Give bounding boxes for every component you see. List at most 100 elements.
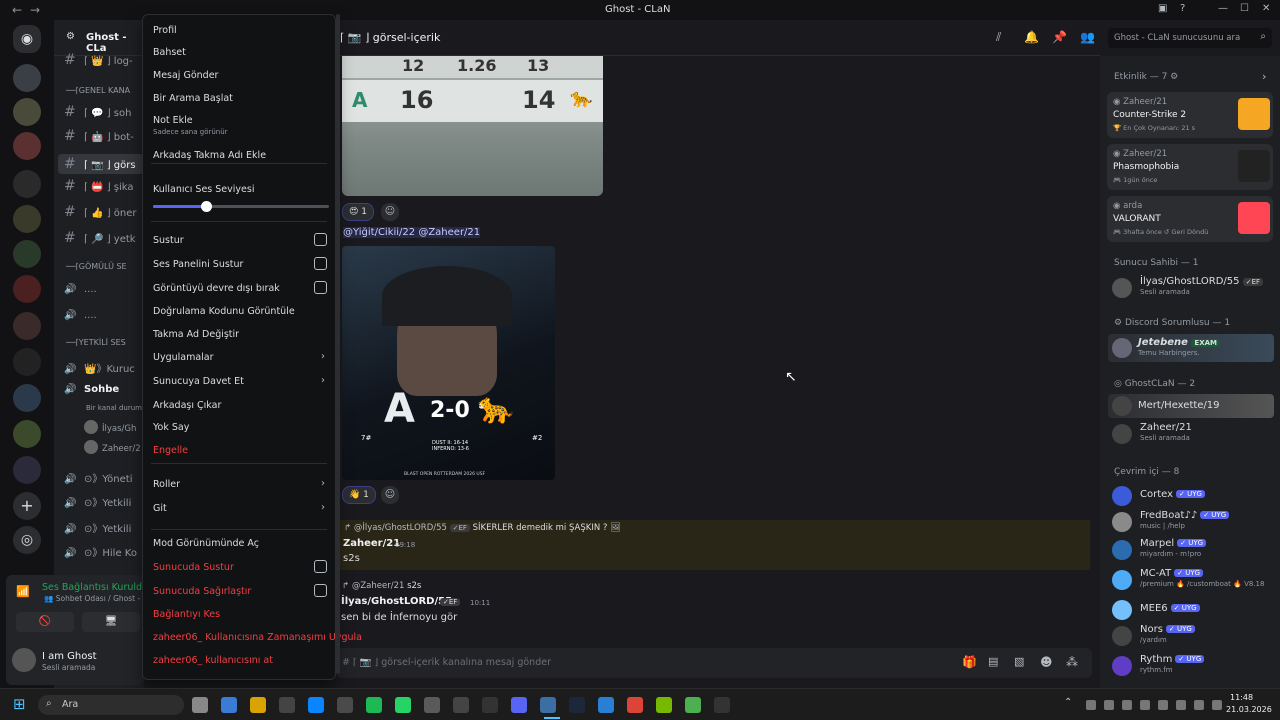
channel-category[interactable]: ──⌈YETKİLİ SES <box>66 338 126 347</box>
channel-item[interactable]: 🔊.... <box>64 284 97 295</box>
member-row[interactable]: Nors ✓ UYG/yardım <box>1112 624 1272 648</box>
add-reaction-icon[interactable]: ☺ <box>381 486 399 504</box>
member-row[interactable]: Zaheer/21 Sesli aramada <box>1112 422 1272 446</box>
bell-icon[interactable]: 🔔 <box>1024 30 1039 44</box>
voice-user[interactable]: İlyas/Gh <box>84 420 136 434</box>
clock-date[interactable]: 21.03.2026 <box>1226 705 1272 714</box>
scoreboard-image[interactable]: 12 1.26 13 A 16 14 🐆 <box>342 56 603 196</box>
volume-slider[interactable] <box>153 201 329 212</box>
volume-slider-handle[interactable] <box>200 201 212 212</box>
member-row[interactable]: Marpel ✓ UYG miyardım - m!pro <box>1112 538 1272 562</box>
menu-item[interactable]: Roller › <box>143 476 335 494</box>
menu-item[interactable]: Doğrulama Kodunu Görüntüle <box>143 303 335 321</box>
gif-icon[interactable]: ▤ <box>988 655 998 668</box>
chevron-up-icon[interactable]: ⌃ <box>1064 697 1072 708</box>
member-owner[interactable]: İlyas/GhostLORD/55 ✓EF Sesli aramada <box>1112 276 1272 300</box>
volume-icon[interactable] <box>1122 700 1132 710</box>
threads-icon[interactable]: ⫽ <box>996 30 1001 45</box>
server-icon[interactable] <box>13 170 41 198</box>
app-icon[interactable] <box>482 697 498 713</box>
battery-icon[interactable] <box>1158 700 1168 710</box>
server-header[interactable]: ⚙ Ghost - CLa <box>54 20 144 56</box>
server-icon[interactable] <box>13 312 41 340</box>
member-row[interactable]: Mert/Hexette/19 <box>1108 394 1274 418</box>
help-icon[interactable]: ? <box>1180 3 1185 14</box>
close-icon[interactable]: ✕ <box>1262 3 1270 14</box>
steam-icon[interactable] <box>569 697 585 713</box>
menu-item[interactable]: Sunucuya Davet Et › <box>143 373 335 391</box>
add-server-icon[interactable]: + <box>13 492 41 520</box>
menu-item[interactable]: Arkadaşı Çıkar <box>143 397 335 415</box>
channel-item[interactable]: # ⌈ 👑 ⌋ log- <box>64 52 133 68</box>
menu-item[interactable]: Yok Say <box>143 419 335 437</box>
menu-item[interactable]: Sustur <box>143 232 335 250</box>
discord-icon[interactable] <box>511 697 527 713</box>
maximize-icon[interactable]: ☐ <box>1240 3 1249 14</box>
menu-item[interactable]: Ses Panelini Sustur <box>143 256 335 274</box>
menu-item[interactable]: Uygulamalar › <box>143 349 335 367</box>
forward-arrow-icon[interactable]: → <box>30 3 40 17</box>
channel-category[interactable]: ──⌈GÖMÜLÜ SE <box>66 262 127 271</box>
menu-item[interactable]: Engelle <box>143 442 335 460</box>
widgets-icon[interactable] <box>221 697 237 713</box>
nvidia-icon[interactable] <box>685 697 701 713</box>
sticker-icon[interactable]: ▧ <box>1014 655 1024 668</box>
server-icon[interactable] <box>13 132 41 160</box>
channel-item[interactable]: 🔊 ⊙》Yetkili <box>64 494 131 509</box>
channel-item[interactable]: 🔊 Sohbe <box>64 384 119 395</box>
inbox-icon[interactable]: ▣ <box>1158 3 1167 14</box>
channel-item[interactable]: # ⌈ 🤖 ⌋ bot- <box>64 128 134 144</box>
app-icon[interactable] <box>540 697 556 713</box>
channel-item[interactable]: 🔊 ⊙》Yetkili <box>64 520 131 535</box>
activity-card[interactable]: ◉ Zaheer/21 Phasmophobia 🎮 1gün önce <box>1107 144 1273 190</box>
menu-item[interactable]: Bahset <box>143 44 335 62</box>
channel-item-active[interactable]: # ⌈ 📷 ⌋ görs <box>58 154 146 174</box>
checkbox[interactable] <box>314 257 327 270</box>
network-icon[interactable] <box>1104 700 1114 710</box>
menu-item[interactable]: Sunucuda Sağırlaştır <box>143 583 335 601</box>
channel-item[interactable]: # ⌈ 🔎 ⌋ yetk <box>64 230 136 246</box>
member-row[interactable]: MC-AT ✓ UYG/premium 🔥 /customboat 🔥 V8.18 <box>1112 568 1272 592</box>
mic-icon[interactable] <box>1140 700 1150 710</box>
app-icon[interactable] <box>337 697 353 713</box>
message-author[interactable]: İlyas/GhostLORD/55 <box>341 596 452 607</box>
menu-item[interactable]: Bağlantıyı Kes <box>143 606 335 624</box>
steam-tray-icon[interactable] <box>1212 700 1222 710</box>
channel-item[interactable]: 🔊.... <box>64 310 97 321</box>
menu-item[interactable]: zaheer06_ Kullanıcısına Zamanaşımı Uygul… <box>143 629 362 647</box>
app-tray-icon[interactable] <box>1194 700 1204 710</box>
match-result-image[interactable]: A 2-0 🐆 7# #2 DUST II: 16-14 INFERNO: 13… <box>342 246 555 480</box>
avatar[interactable] <box>12 648 36 672</box>
chrome-icon[interactable] <box>627 697 643 713</box>
menu-item[interactable]: Görüntüyü devre dışı bırak <box>143 280 335 298</box>
menu-item[interactable]: Sunucuda Sustur <box>143 559 335 577</box>
channel-item[interactable]: 🔊 ⊙》Hile Ko <box>64 544 137 559</box>
member-discord[interactable]: Jetebene EXAM Temu Harbingers. <box>1108 334 1274 362</box>
menu-item[interactable]: Arkadaş Takma Adı Ekle <box>143 147 335 165</box>
channel-item[interactable]: # ⌈ 💬 ⌋ soh <box>64 104 131 120</box>
screen-share-button[interactable]: 🖥 <box>82 612 140 632</box>
reply-reference[interactable]: ↱ @Zaheer/21 s2s <box>342 581 421 591</box>
server-icon[interactable] <box>13 384 41 412</box>
voice-user[interactable]: Zaheer/2 <box>84 440 141 454</box>
channel-item[interactable]: 🔊 👑》Kuruc <box>64 360 135 375</box>
menu-scrollbar[interactable] <box>336 14 340 674</box>
wifi-icon[interactable] <box>1086 700 1096 710</box>
member-row[interactable]: Cortex ✓ UYG <box>1112 484 1272 508</box>
add-reaction-icon[interactable]: ☺ <box>381 203 399 221</box>
member-row[interactable]: MEE6 ✓ UYG <box>1112 598 1272 622</box>
menu-item[interactable]: Takma Ad Değiştir <box>143 326 335 344</box>
voice-status-sub[interactable]: 👥 Sohbet Odası / Ghost - <box>44 594 140 603</box>
pin-icon[interactable]: 📌 <box>1052 30 1067 44</box>
menu-item[interactable]: Not Ekle Sadece sana görünür <box>143 112 335 138</box>
channel-item[interactable]: 🔊 ⊙》Yöneti <box>64 470 132 485</box>
clock-time[interactable]: 11:48 <box>1230 693 1253 702</box>
chevron-right-icon[interactable]: › <box>1262 70 1266 83</box>
app-icon[interactable] <box>598 697 614 713</box>
menu-item[interactable]: Profil <box>143 22 335 40</box>
discover-icon[interactable]: ◎ <box>13 526 41 554</box>
app-icon[interactable] <box>656 697 672 713</box>
app-icon[interactable] <box>424 697 440 713</box>
server-icon[interactable] <box>13 98 41 126</box>
menu-item[interactable]: Mod Görünümünde Aç <box>143 535 335 553</box>
